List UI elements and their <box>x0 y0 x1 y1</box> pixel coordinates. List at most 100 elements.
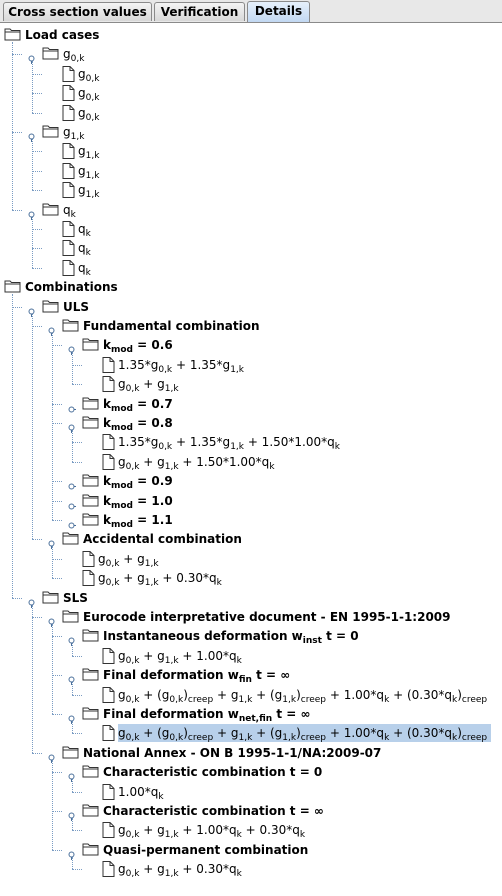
tree-node-item[interactable]: National Annex - ON B 1995-1-1/NA:2009-0… <box>44 744 498 764</box>
tree-guide-line <box>72 430 73 462</box>
tree-leaf-item[interactable]: g1,k <box>44 162 498 180</box>
tree-node-item[interactable]: Combinations <box>4 278 498 296</box>
tree-leaf-item[interactable]: g0,k <box>44 84 498 103</box>
tree-guide-line <box>12 132 22 133</box>
collapse-toggle-icon[interactable] <box>67 633 75 647</box>
collapse-toggle-icon[interactable] <box>67 342 75 356</box>
folder-icon <box>82 415 99 434</box>
collapse-toggle-icon[interactable] <box>67 847 75 860</box>
tree-node-item[interactable]: kmod = 0.9 <box>64 472 498 491</box>
tree-node-item[interactable]: g1,k <box>24 123 498 142</box>
tree-node-item[interactable]: Final deformation wfin t = ∞ <box>64 666 498 686</box>
tree-leaf-item[interactable]: g0,k + g1,k + 1.00*qk + 0.30*qk <box>84 821 498 840</box>
tree-node-item[interactable]: Characteristic combination t = ∞ <box>64 802 498 821</box>
tree-item-label: qk <box>63 202 76 220</box>
tree-guide-line <box>12 209 22 211</box>
tree-leaf-item[interactable]: 1.35*g0,k + 1.35*g1,k + 1.50*1.00*qk <box>84 433 498 452</box>
tree-guide-line <box>72 655 82 657</box>
tree-node-item[interactable]: kmod = 0.7 <box>64 395 498 413</box>
tree-leaf-item[interactable]: g0,k <box>44 65 498 83</box>
tree-guide-line <box>32 267 42 269</box>
tree-guide-line <box>72 830 82 832</box>
collapse-toggle-icon[interactable] <box>47 614 55 627</box>
tree-leaf-item[interactable]: g0,k + g1,k + 1.50*1.00*qk <box>84 453 498 471</box>
tree-leaf-item[interactable]: g1,k <box>44 181 498 201</box>
tree-item-label: qk <box>78 241 91 259</box>
tab-verification[interactable]: Verification <box>154 2 245 21</box>
collapse-toggle-icon[interactable] <box>67 672 75 686</box>
tree-leaf-item[interactable]: g0,k + g1,k + 0.30*qk <box>84 860 498 879</box>
folder-icon <box>62 318 79 337</box>
tree-item-label: SLS <box>63 590 88 605</box>
tree-node-item[interactable]: Final deformation wnet,fin t = ∞ <box>64 705 498 724</box>
collapse-toggle-icon[interactable] <box>27 129 35 142</box>
collapse-toggle-icon[interactable] <box>47 750 55 763</box>
tree-leaf-item[interactable]: qk <box>44 220 498 239</box>
tree-node-item[interactable]: Load cases <box>4 26 498 44</box>
expand-toggle-icon[interactable] <box>67 478 76 490</box>
tree-leaf-item[interactable]: 1.00*qk <box>84 783 498 801</box>
tree-guide-line <box>72 869 82 871</box>
tree-item-label: g1,k <box>78 183 100 201</box>
tree-guide-line <box>52 520 62 521</box>
tree-guide-line <box>72 461 82 463</box>
tree-item-label: g1,k <box>63 125 85 142</box>
tree-leaf-item[interactable]: g0,k + g1,k <box>64 550 498 568</box>
tree-node-item[interactable]: Fundamental combination <box>44 317 498 337</box>
tree-guide-line <box>52 546 53 579</box>
tab-details[interactable]: Details <box>247 1 310 22</box>
tree-guide-line <box>52 811 62 812</box>
tree-node-item[interactable]: kmod = 1.0 <box>64 492 498 510</box>
tree-leaf-item[interactable]: qk <box>44 259 498 277</box>
tree-guide-line <box>32 73 42 75</box>
collapse-toggle-icon[interactable] <box>27 51 35 65</box>
expand-toggle-icon[interactable] <box>67 401 76 413</box>
tree-leaf-item[interactable]: g0,k <box>44 104 498 122</box>
collapse-toggle-icon[interactable] <box>67 808 75 821</box>
tree-node-item[interactable]: Accidental combination <box>44 530 498 550</box>
tree-node-item[interactable]: Eurocode interpretative document - EN 19… <box>44 608 498 627</box>
details-tree: Load cases g0,k g0,k g0,k g0,k g1,k g1,k g1,k g1… <box>0 23 502 896</box>
tree-node-item[interactable]: Instantaneous deformation winst t = 0 <box>64 627 498 647</box>
folder-icon <box>62 745 79 764</box>
collapse-toggle-icon[interactable] <box>27 207 35 220</box>
collapse-toggle-icon[interactable] <box>27 304 35 317</box>
folder-icon <box>82 396 99 415</box>
tree-item-label: g0,k + g1,k <box>98 551 159 569</box>
collapse-toggle-icon[interactable] <box>27 595 35 608</box>
tree-item-label: g0,k + (g0,k)creep + g1,k + (g1,k)creep … <box>118 687 488 705</box>
tree-leaf-item[interactable]: g0,k + (g0,k)creep + g1,k + (g1,k)creep … <box>84 724 498 743</box>
tree-leaf-item[interactable]: g0,k + g1,k + 0.30*qk <box>64 569 498 588</box>
collapse-toggle-icon[interactable] <box>47 323 55 336</box>
tree-node-item[interactable]: qk <box>24 201 498 220</box>
tree-guide-line <box>52 675 62 677</box>
tree-guide-line <box>52 481 62 483</box>
tree-leaf-item[interactable]: g1,k <box>44 142 498 161</box>
tree-node-item[interactable]: Quasi-permanent combination <box>64 841 498 860</box>
expand-toggle-icon[interactable] <box>67 498 76 510</box>
collapse-toggle-icon[interactable] <box>67 769 75 783</box>
tree-item-label: kmod = 1.1 <box>103 513 173 530</box>
tree-guide-line <box>32 170 42 172</box>
tree-node-item[interactable]: g0,k <box>24 45 498 65</box>
tree-node-item[interactable]: SLS <box>24 589 498 608</box>
tree-leaf-item[interactable]: qk <box>44 239 498 259</box>
tree-guide-line <box>72 694 82 696</box>
tree-guide-line <box>12 306 22 308</box>
tree-node-item[interactable]: kmod = 1.1 <box>64 511 498 530</box>
tab-cross-section-values[interactable]: Cross section values <box>3 2 152 21</box>
tree-leaf-item[interactable]: g0,k + g1,k <box>84 375 498 394</box>
collapse-toggle-icon[interactable] <box>67 420 75 433</box>
tree-node-item[interactable]: ULS <box>24 298 498 317</box>
collapse-toggle-icon[interactable] <box>67 711 75 724</box>
tree-leaf-item[interactable]: g0,k + g1,k + 1.00*qk <box>84 647 498 665</box>
collapse-toggle-icon[interactable] <box>47 536 55 550</box>
tree-leaf-item[interactable]: g0,k + (g0,k)creep + g1,k + (g1,k)creep … <box>84 686 498 704</box>
tree-node-item[interactable]: kmod = 0.6 <box>64 336 498 356</box>
tree-node-item[interactable]: Characteristic combination t = 0 <box>64 763 498 783</box>
tree-guide-line <box>52 636 62 638</box>
tree-leaf-item[interactable]: 1.35*g0,k + 1.35*g1,k <box>84 356 498 374</box>
tree-item-label: Final deformation wnet,fin t = ∞ <box>103 707 311 724</box>
expand-toggle-icon[interactable] <box>67 517 76 529</box>
tree-node-item[interactable]: kmod = 0.8 <box>64 414 498 434</box>
